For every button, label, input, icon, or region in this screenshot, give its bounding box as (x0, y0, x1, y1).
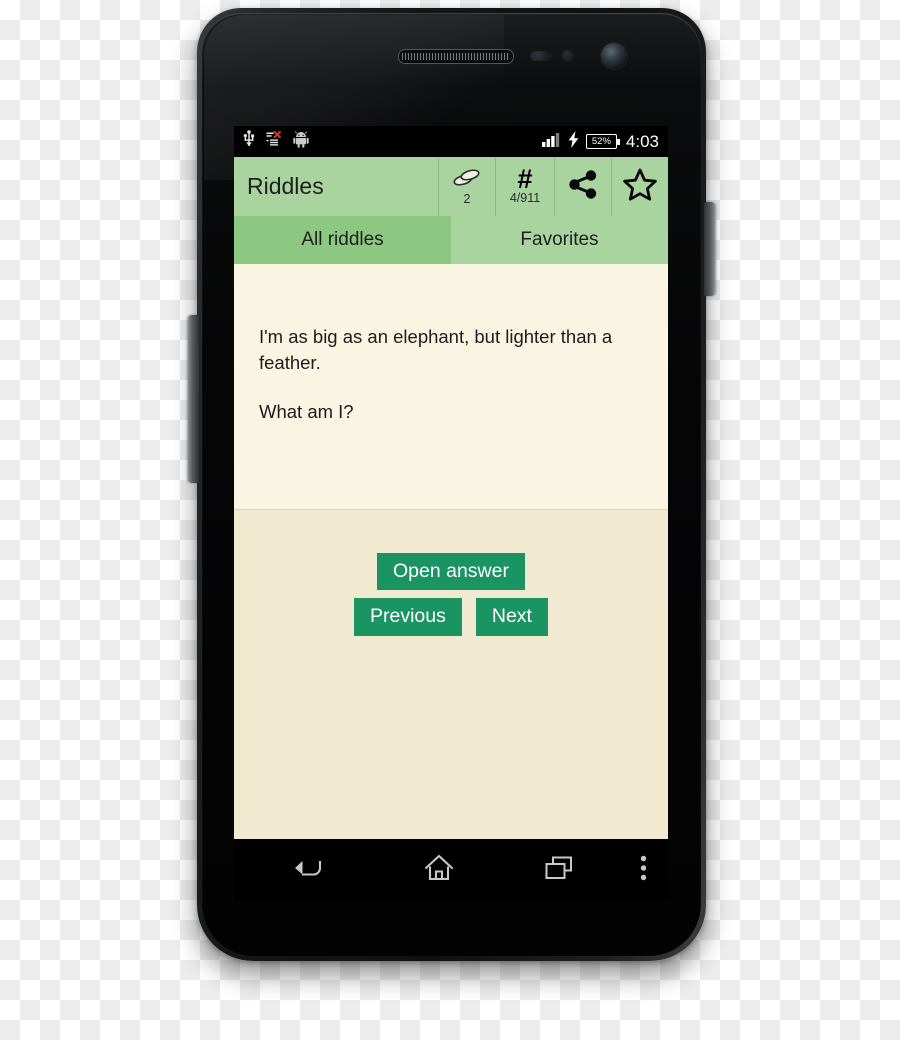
hash-icon: # (517, 164, 533, 195)
star-outline-icon (623, 168, 657, 206)
recent-apps-icon (544, 855, 574, 886)
battery-indicator: 52% (585, 134, 620, 149)
signal-bars-icon (541, 131, 561, 152)
coins-icon (452, 167, 482, 192)
front-camera (601, 43, 627, 69)
previous-button[interactable]: Previous (354, 598, 462, 636)
tab-favorites[interactable]: Favorites (451, 216, 668, 264)
tab-all-riddles[interactable]: All riddles (234, 216, 451, 264)
status-bar-system: 52% 4:03 (541, 130, 659, 153)
riddle-question: What am I? (259, 400, 354, 422)
android-nav-bar (234, 839, 668, 901)
answer-pane: Open answer Previous Next (234, 509, 668, 839)
action-buttons: Open answer Previous Next (234, 553, 668, 636)
power-button[interactable] (704, 202, 715, 296)
riddle-counter-label: 4/911 (509, 191, 541, 206)
favorite-action[interactable] (611, 157, 668, 216)
volume-rocker[interactable] (188, 315, 199, 483)
nav-back-button[interactable] (234, 855, 379, 886)
back-icon (292, 855, 322, 886)
page-title: Riddles (247, 173, 324, 199)
riddle-counter-action[interactable]: # 4/911 (495, 157, 554, 216)
battery-percent-label: 52% (591, 135, 611, 147)
earpiece-mesh (402, 53, 510, 60)
prev-next-row: Previous Next (354, 598, 548, 636)
open-answer-button[interactable]: Open answer (377, 553, 525, 591)
share-icon (568, 169, 599, 205)
light-sensor (562, 50, 574, 62)
status-bar: 52% 4:03 (234, 126, 668, 157)
proximity-sensor (530, 51, 552, 61)
home-icon (424, 854, 454, 887)
next-button[interactable]: Next (475, 598, 548, 636)
nav-recent-apps-button[interactable] (499, 855, 619, 886)
coins-count-label: 2 (463, 192, 471, 207)
android-icon (293, 130, 309, 153)
usb-icon (243, 130, 255, 153)
sync-error-icon (266, 130, 282, 152)
tab-bar: All riddles Favorites (234, 216, 668, 264)
tab-favorites-label: Favorites (520, 229, 599, 250)
clock-label: 4:03 (625, 132, 659, 151)
nav-home-button[interactable] (379, 854, 499, 887)
phone-device: 52% 4:03 Riddles 2 # 4/911 All riddles F… (188, 8, 715, 961)
content-area: I'm as big as an elephant, but lighter t… (234, 264, 668, 839)
riddle-pane: I'm as big as an elephant, but lighter t… (234, 264, 668, 509)
coins-action[interactable]: 2 (438, 157, 495, 216)
share-action[interactable] (554, 157, 611, 216)
app-bar: Riddles 2 # 4/911 (234, 157, 668, 216)
earpiece-speaker (398, 49, 514, 64)
overflow-menu-icon (640, 855, 647, 886)
phone-screen: 52% 4:03 Riddles 2 # 4/911 All riddles F… (234, 126, 668, 901)
charging-bolt-icon (568, 130, 579, 153)
riddle-text: I'm as big as an elephant, but lighter t… (259, 326, 613, 374)
nav-overflow-menu-button[interactable] (619, 855, 668, 886)
status-bar-notifications (243, 130, 309, 153)
tab-all-riddles-label: All riddles (301, 229, 384, 250)
